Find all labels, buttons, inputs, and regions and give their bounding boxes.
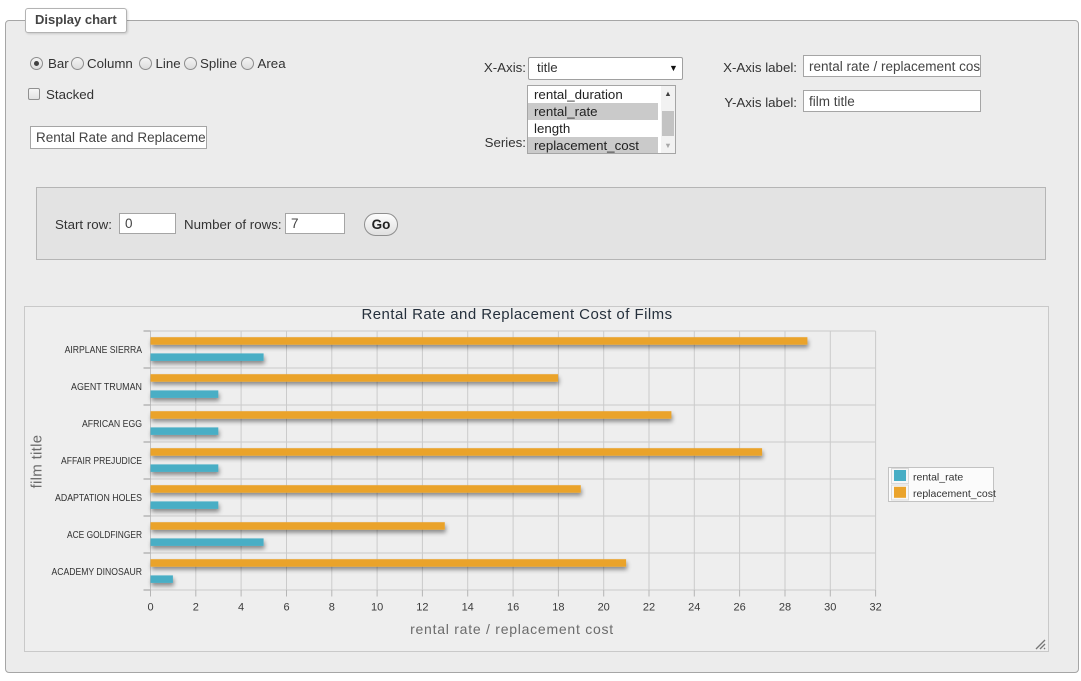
svg-text:10: 10 <box>371 602 383 614</box>
svg-text:Rental Rate and Replacement Co: Rental Rate and Replacement Cost of Film… <box>361 307 672 323</box>
svg-text:ACE GOLDFINGER: ACE GOLDFINGER <box>67 530 142 541</box>
svg-text:16: 16 <box>507 602 519 614</box>
svg-text:4: 4 <box>238 602 244 614</box>
svg-text:AFFAIR PREJUDICE: AFFAIR PREJUDICE <box>61 456 142 467</box>
svg-text:ADAPTATION HOLES: ADAPTATION HOLES <box>55 493 142 504</box>
svg-text:14: 14 <box>462 602 474 614</box>
svg-text:20: 20 <box>598 602 610 614</box>
svg-text:film title: film title <box>29 435 46 489</box>
svg-text:0: 0 <box>147 602 153 614</box>
svg-text:24: 24 <box>688 602 700 614</box>
svg-text:18: 18 <box>552 602 564 614</box>
svg-text:rental_rate: rental_rate <box>913 472 963 484</box>
svg-text:replacement_cost: replacement_cost <box>913 488 996 500</box>
svg-text:AFRICAN EGG: AFRICAN EGG <box>82 419 142 430</box>
svg-text:22: 22 <box>643 602 655 614</box>
svg-text:8: 8 <box>329 602 335 614</box>
svg-text:26: 26 <box>733 602 745 614</box>
svg-text:ACADEMY DINOSAUR: ACADEMY DINOSAUR <box>52 567 143 578</box>
svg-text:AIRPLANE SIERRA: AIRPLANE SIERRA <box>65 345 143 356</box>
svg-text:28: 28 <box>779 602 791 614</box>
svg-text:30: 30 <box>824 602 836 614</box>
svg-text:32: 32 <box>869 602 881 614</box>
svg-text:AGENT TRUMAN: AGENT TRUMAN <box>71 382 142 393</box>
svg-text:rental rate / replacement cost: rental rate / replacement cost <box>410 621 614 637</box>
svg-text:2: 2 <box>193 602 199 614</box>
svg-text:6: 6 <box>283 602 289 614</box>
svg-text:12: 12 <box>416 602 428 614</box>
